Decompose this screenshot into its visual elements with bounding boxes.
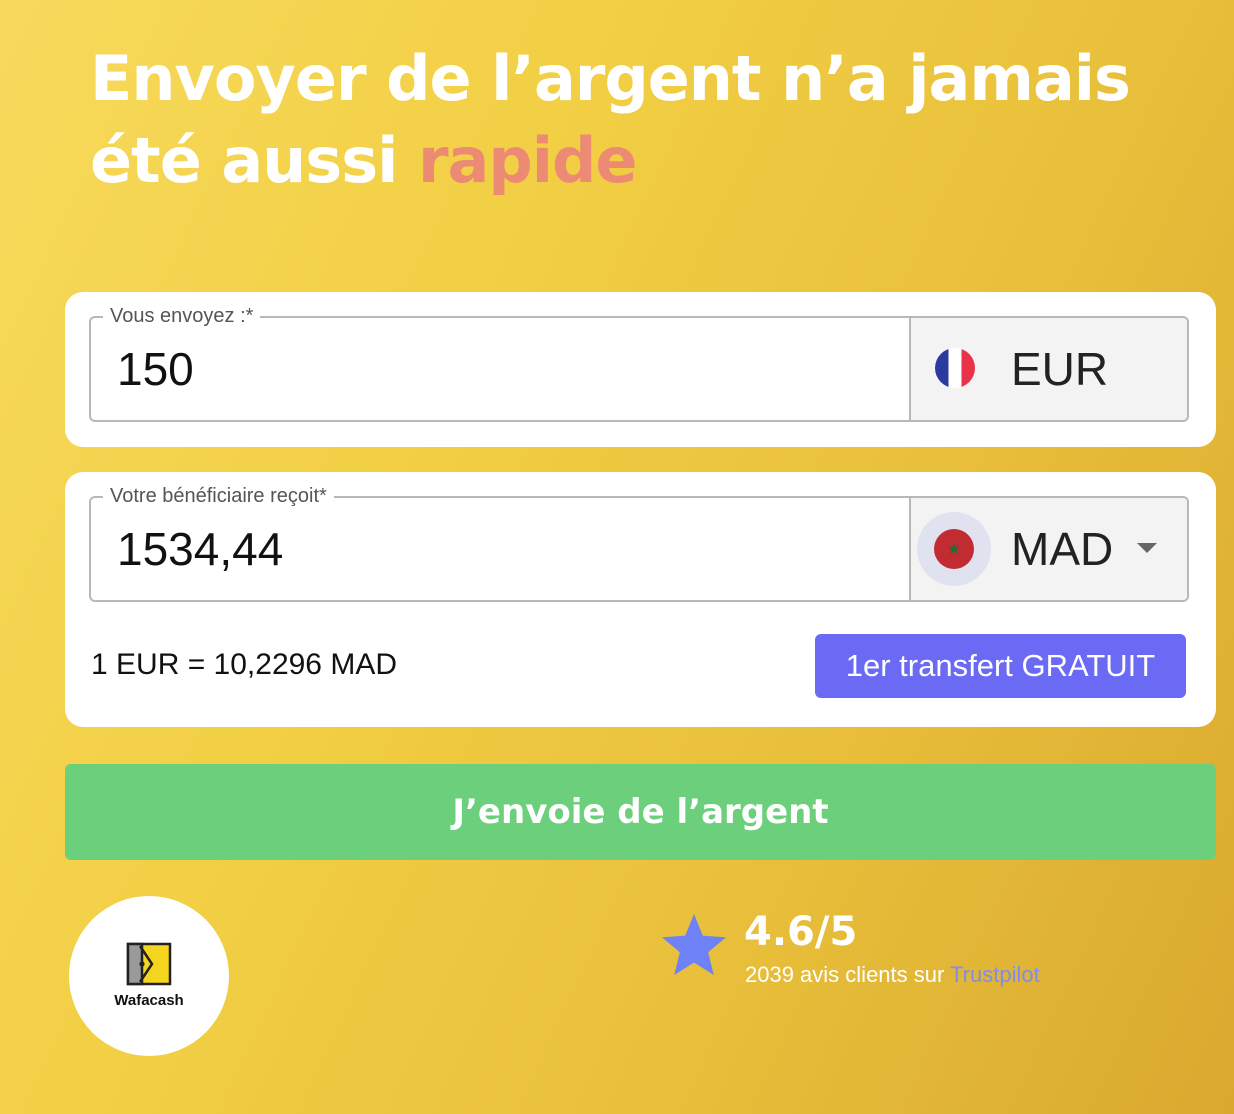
send-money-button[interactable]: J’envoie de l’argent <box>65 764 1216 860</box>
receive-currency-code: MAD <box>1011 523 1114 575</box>
send-amount-input[interactable] <box>93 320 903 418</box>
partner-name: Wafacash <box>114 992 184 1009</box>
receive-currency-select[interactable]: ★ MAD <box>909 498 1187 600</box>
reviews-summary: 2039 avis clients sur Trustpilot <box>745 961 1040 989</box>
wafacash-logo-icon <box>126 942 172 986</box>
receive-amount-card: Votre bénéficiaire reçoit* ★ MAD 1 EUR =… <box>65 472 1216 727</box>
page-title: Envoyer de l’argent n’a jamais été aussi… <box>90 38 1150 202</box>
send-amount-card: Vous envoyez :* EUR <box>65 292 1216 447</box>
chevron-down-icon[interactable] <box>1137 543 1157 553</box>
free-transfer-badge[interactable]: 1er transfert GRATUIT <box>815 634 1186 698</box>
exchange-rate: 1 EUR = 10,2296 MAD <box>91 648 397 681</box>
send-currency-code: EUR <box>1011 343 1109 395</box>
title-accent: rapide <box>417 124 637 197</box>
send-currency-display: EUR <box>909 318 1187 420</box>
wafacash-logo: Wafacash <box>69 896 229 1056</box>
rating-score: 4.6/5 <box>744 909 858 955</box>
receive-amount-field: Votre bénéficiaire reçoit* ★ MAD <box>89 484 1189 602</box>
receive-amount-input[interactable] <box>93 500 903 598</box>
star-icon <box>662 914 726 975</box>
france-flag-icon <box>935 348 975 388</box>
morocco-flag-icon: ★ <box>934 529 974 569</box>
send-amount-field: Vous envoyez :* EUR <box>89 304 1189 422</box>
trustpilot-link[interactable]: Trustpilot <box>950 962 1040 987</box>
reviews-count-text: 2039 avis clients sur <box>745 962 951 987</box>
